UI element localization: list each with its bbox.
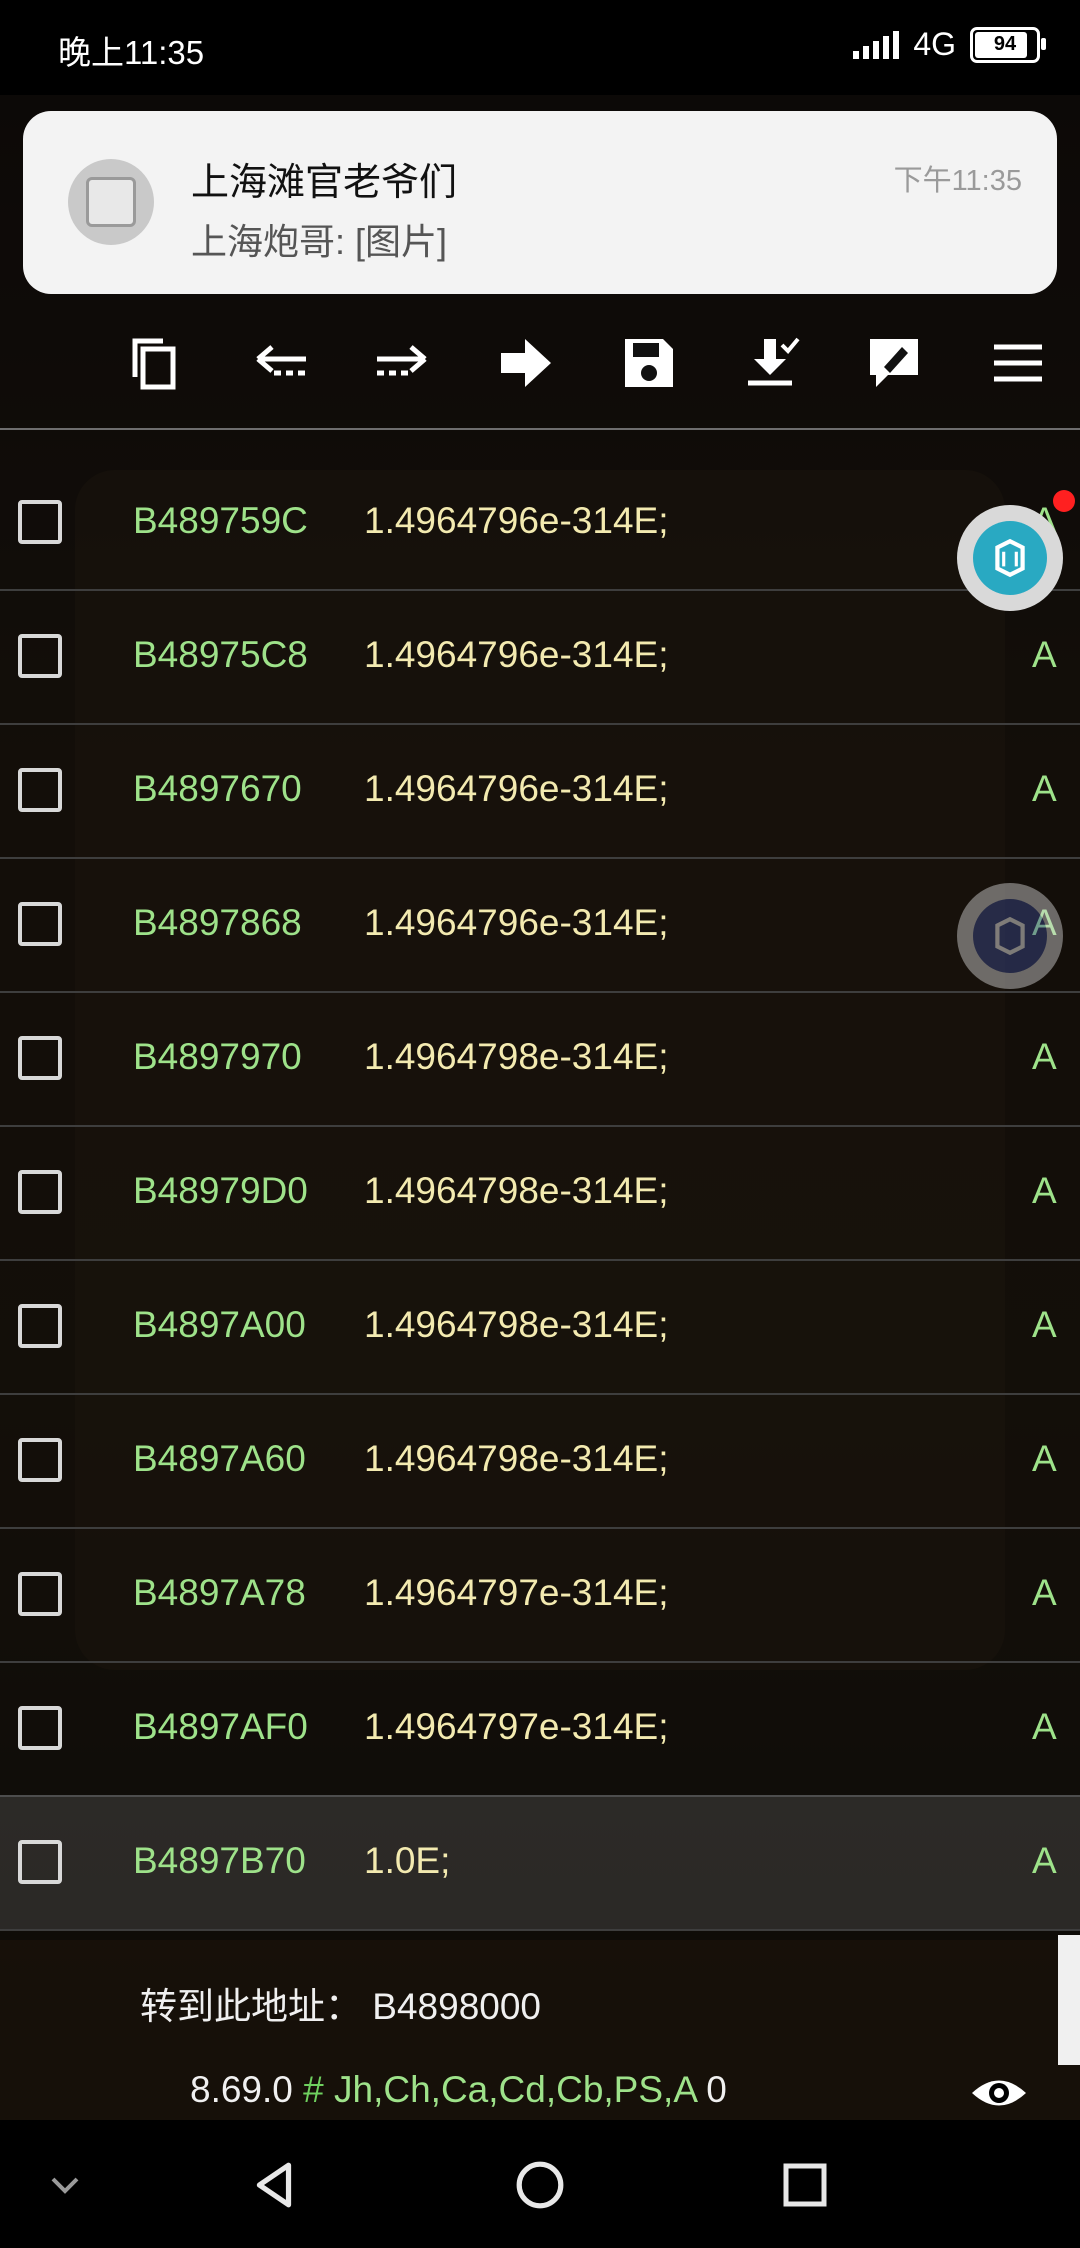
home-icon[interactable] — [505, 2150, 575, 2220]
list-item[interactable]: B4897A00 1.4964798e-314E; A — [0, 1259, 1080, 1395]
result-count: 0 — [706, 2069, 727, 2110]
row-type: A — [1032, 1840, 1057, 1881]
goto-address-value: B4898000 — [372, 1986, 542, 2027]
row-address: B4897A00 — [133, 1304, 306, 1345]
notification-dot — [1053, 490, 1075, 512]
row-checkbox[interactable] — [18, 500, 62, 544]
chevron-down-icon[interactable] — [30, 2150, 100, 2220]
row-address: B4897970 — [133, 1036, 302, 1077]
row-checkbox[interactable] — [18, 634, 62, 678]
back-icon[interactable] — [240, 2150, 310, 2220]
row-checkbox[interactable] — [18, 902, 62, 946]
row-value: 1.4964798e-314E; — [364, 1170, 669, 1211]
row-address: B4897670 — [133, 768, 302, 809]
row-value: 1.4964796e-314E; — [364, 768, 669, 809]
floating-cube-button[interactable] — [957, 883, 1063, 989]
row-value: 1.4964798e-314E; — [364, 1304, 669, 1345]
row-checkbox[interactable] — [18, 1840, 62, 1884]
row-address: B489759C — [133, 500, 308, 541]
row-value: 1.4964797e-314E; — [364, 1572, 669, 1613]
copy-icon[interactable] — [120, 328, 190, 398]
row-type: A — [1032, 1572, 1057, 1613]
edit-icon[interactable] — [859, 328, 929, 398]
row-checkbox[interactable] — [18, 1170, 62, 1214]
avatar — [68, 159, 154, 245]
row-checkbox[interactable] — [18, 1036, 62, 1080]
battery-icon: 94 — [970, 26, 1046, 63]
list-item[interactable]: B4897670 1.4964796e-314E; A — [0, 723, 1080, 859]
toolbar — [0, 300, 1080, 430]
notification-title: 上海滩官老爷们 — [191, 162, 458, 204]
notification-time: 下午11:35 — [893, 165, 1022, 197]
scrollbar[interactable] — [1058, 1935, 1080, 2065]
status-bar: 晚上11:35 4G 94 — [0, 0, 1080, 95]
notification-banner[interactable]: 上海滩官老爷们 上海炮哥: [图片] 下午11:35 — [23, 111, 1057, 294]
row-value: 1.4964796e-314E; — [364, 634, 669, 675]
forward-arrow-icon[interactable] — [366, 328, 436, 398]
row-address: B4897A78 — [133, 1572, 306, 1613]
goto-address[interactable]: 转到此地址： B4898000 — [140, 1976, 541, 2030]
row-address: B4897A60 — [133, 1438, 306, 1479]
status-time: 晚上11:35 — [58, 34, 205, 71]
list-item[interactable]: B4897868 1.4964796e-314E; A — [0, 857, 1080, 993]
row-value: 1.4964796e-314E; — [364, 500, 669, 541]
download-icon[interactable] — [737, 328, 807, 398]
row-address: B48979D0 — [133, 1170, 308, 1211]
row-checkbox[interactable] — [18, 1304, 62, 1348]
status-indicators: 4G 94 — [853, 26, 1046, 63]
network-type: 4G — [913, 26, 956, 62]
row-type: A — [1032, 1706, 1057, 1747]
list-item[interactable]: B4897970 1.4964798e-314E; A — [0, 991, 1080, 1127]
back-arrow-icon[interactable] — [247, 328, 317, 398]
goto-arrow-icon[interactable] — [490, 328, 560, 398]
list-item[interactable]: B4897A78 1.4964797e-314E; A — [0, 1527, 1080, 1663]
list-item[interactable]: B48975C8 1.4964796e-314E; A — [0, 589, 1080, 725]
row-type: A — [1032, 634, 1057, 675]
row-type: A — [1032, 1304, 1057, 1345]
row-address: B48975C8 — [133, 634, 308, 675]
row-value: 1.4964797e-314E; — [364, 1706, 669, 1747]
floating-tool-button[interactable] — [957, 505, 1063, 611]
row-type: A — [1032, 1170, 1057, 1211]
notification-message: 上海炮哥: [图片] — [191, 221, 448, 262]
recents-icon[interactable] — [770, 2150, 840, 2220]
signal-icon — [853, 30, 900, 59]
save-icon[interactable] — [614, 328, 684, 398]
goto-label: 转到此地址： — [140, 1986, 362, 2027]
list-item[interactable]: B4897B70 1.0E; A — [0, 1795, 1080, 1931]
row-address: B4897B70 — [133, 1840, 306, 1881]
row-value: 1.4964798e-314E; — [364, 1036, 669, 1077]
menu-icon[interactable] — [983, 328, 1053, 398]
list-item[interactable]: B4897AF0 1.4964797e-314E; A — [0, 1661, 1080, 1797]
version-number: 8.69.0 — [190, 2069, 293, 2110]
type-flags: Jh,Ch,Ca,Cd,Cb,PS,A — [334, 2069, 696, 2110]
row-type: A — [1032, 1036, 1057, 1077]
status-line: 8.69.0 # Jh,Ch,Ca,Cd,Cb,PS,A 0 — [190, 2069, 727, 2111]
cube-icon — [973, 521, 1047, 595]
row-type: A — [1032, 768, 1057, 809]
list-item[interactable]: B489759C 1.4964796e-314E; A — [0, 455, 1080, 591]
row-address: B4897868 — [133, 902, 302, 943]
list-item[interactable]: B4897A60 1.4964798e-314E; A — [0, 1393, 1080, 1529]
row-type: A — [1032, 1438, 1057, 1479]
row-value: 1.4964798e-314E; — [364, 1438, 669, 1479]
row-address: B4897AF0 — [133, 1706, 308, 1747]
row-value: 1.0E; — [364, 1840, 451, 1881]
list-item[interactable]: B48979D0 1.4964798e-314E; A — [0, 1125, 1080, 1261]
row-checkbox[interactable] — [18, 768, 62, 812]
battery-level: 94 — [993, 33, 1017, 55]
row-value: 1.4964796e-314E; — [364, 902, 669, 943]
navigation-bar — [0, 2120, 1080, 2248]
eye-icon[interactable] — [970, 2064, 1028, 2122]
row-checkbox[interactable] — [18, 1572, 62, 1616]
cube-icon — [973, 899, 1047, 973]
row-checkbox[interactable] — [18, 1438, 62, 1482]
row-checkbox[interactable] — [18, 1706, 62, 1750]
hash-sign: # — [303, 2069, 324, 2110]
